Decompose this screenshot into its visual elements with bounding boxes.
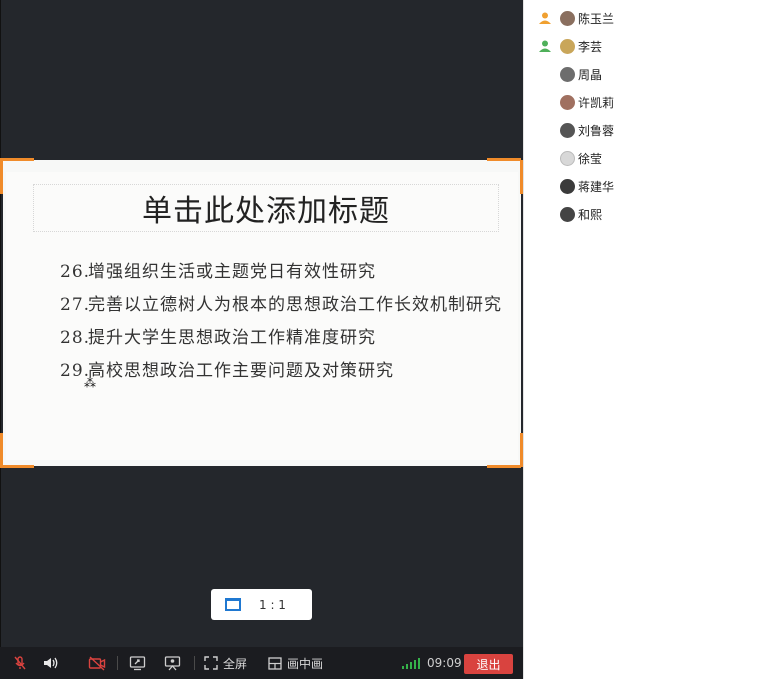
presentation-slide: 单击此处添加标题 26. 增强组织生活或主题党日有效性研究 27. 完善以立德树… — [6, 172, 518, 460]
meeting-time: 09:09 — [427, 656, 462, 670]
slide-list: 26. 增强组织生活或主题党日有效性研究 27. 完善以立德树人为根本的思想政治… — [60, 256, 510, 388]
participant-name: 和熙 — [578, 208, 603, 222]
whiteboard-button[interactable] — [164, 647, 181, 679]
divider — [117, 656, 118, 670]
mouse-cursor-icon: ⁂ — [84, 376, 96, 390]
host-user-icon — [539, 12, 551, 24]
bottom-toolbar: 全屏 画中画 09:09 — [0, 647, 523, 679]
ratio-label: 1 : 1 — [259, 597, 286, 612]
item-text: 提升大学生思想政治工作精准度研究 — [88, 328, 376, 348]
participant-item[interactable]: 李芸 — [524, 32, 759, 60]
avatar — [560, 39, 575, 54]
signal-strength-icon — [402, 658, 420, 669]
participant-name: 蒋建华 — [578, 180, 615, 194]
participant-item[interactable]: 许凯莉 — [524, 88, 759, 116]
slide-title-box: 单击此处添加标题 — [33, 184, 499, 232]
network-signal — [402, 647, 422, 679]
camera-off-button[interactable] — [88, 647, 106, 679]
avatar — [560, 151, 575, 166]
slide-list-item: 29. 高校思想政治工作主要问题及对策研究 — [60, 355, 510, 388]
avatar — [560, 11, 575, 26]
camera-off-icon — [88, 656, 106, 671]
microphone-muted-icon — [14, 656, 26, 670]
participant-item[interactable]: 和熙 — [524, 200, 759, 228]
participant-item[interactable]: 陈玉兰 — [524, 4, 759, 32]
fullscreen-label: 全屏 — [223, 656, 248, 671]
item-number: 26. — [60, 262, 91, 282]
slide-list-item: 28. 提升大学生思想政治工作精准度研究 — [60, 322, 510, 355]
frame-corner — [0, 158, 34, 164]
frame-corner — [487, 465, 521, 468]
avatar — [560, 67, 575, 82]
share-screen-icon — [129, 656, 146, 671]
pip-label: 画中画 — [287, 656, 324, 671]
item-text: 完善以立德树人为根本的思想政治工作长效机制研究 — [88, 295, 502, 315]
frame-corner — [0, 465, 34, 468]
participant-name: 徐莹 — [578, 152, 603, 166]
divider — [194, 656, 195, 670]
picture-in-picture-icon — [268, 656, 282, 670]
avatar — [560, 123, 575, 138]
meeting-window: 单击此处添加标题 26. 增强组织生活或主题党日有效性研究 27. 完善以立德树… — [0, 0, 759, 679]
participant-name: 陈玉兰 — [578, 12, 615, 26]
slide-title: 单击此处添加标题 — [142, 194, 390, 229]
participant-name: 李芸 — [578, 40, 603, 54]
participant-item[interactable]: 周晶 — [524, 60, 759, 88]
share-screen-button[interactable] — [129, 647, 146, 679]
item-text: 高校思想政治工作主要问题及对策研究 — [88, 361, 394, 381]
fullscreen-icon — [204, 656, 218, 670]
participant-name: 周晶 — [578, 68, 603, 82]
fullscreen-button[interactable]: 全屏 — [204, 647, 247, 679]
window-icon — [225, 598, 241, 611]
participant-item[interactable]: 徐莹 — [524, 144, 759, 172]
exit-button[interactable]: 退出 — [464, 654, 513, 674]
frame-corner — [0, 160, 3, 194]
slide-list-item: 26. 增强组织生活或主题党日有效性研究 — [60, 256, 510, 289]
item-number: 28. — [60, 328, 91, 348]
microphone-muted-button[interactable] — [12, 647, 28, 679]
slide-list-item: 27. 完善以立德树人为根本的思想政治工作长效机制研究 — [60, 289, 510, 322]
avatar — [560, 207, 575, 222]
participant-name: 刘鲁蓉 — [578, 124, 615, 138]
participant-item[interactable]: 蒋建华 — [524, 172, 759, 200]
member-user-icon — [539, 40, 551, 52]
item-number: 27. — [60, 295, 91, 315]
participant-item[interactable]: 刘鲁蓉 — [524, 116, 759, 144]
picture-in-picture-button[interactable]: 画中画 — [268, 647, 323, 679]
avatar — [560, 179, 575, 194]
frame-corner — [487, 158, 521, 164]
participant-list: 陈玉兰 李芸 周晶 许凯莉 刘鲁蓉 徐莹 蒋建华 和熙 — [523, 0, 759, 679]
speaker-icon — [44, 657, 58, 669]
frame-corner — [0, 433, 3, 467]
item-text: 增强组织生活或主题党日有效性研究 — [88, 262, 376, 282]
avatar — [560, 95, 575, 110]
aspect-ratio-button[interactable]: 1 : 1 — [211, 589, 312, 620]
participant-name: 许凯莉 — [578, 96, 615, 110]
speaker-button[interactable] — [42, 647, 60, 679]
presenter-icon — [164, 656, 181, 671]
